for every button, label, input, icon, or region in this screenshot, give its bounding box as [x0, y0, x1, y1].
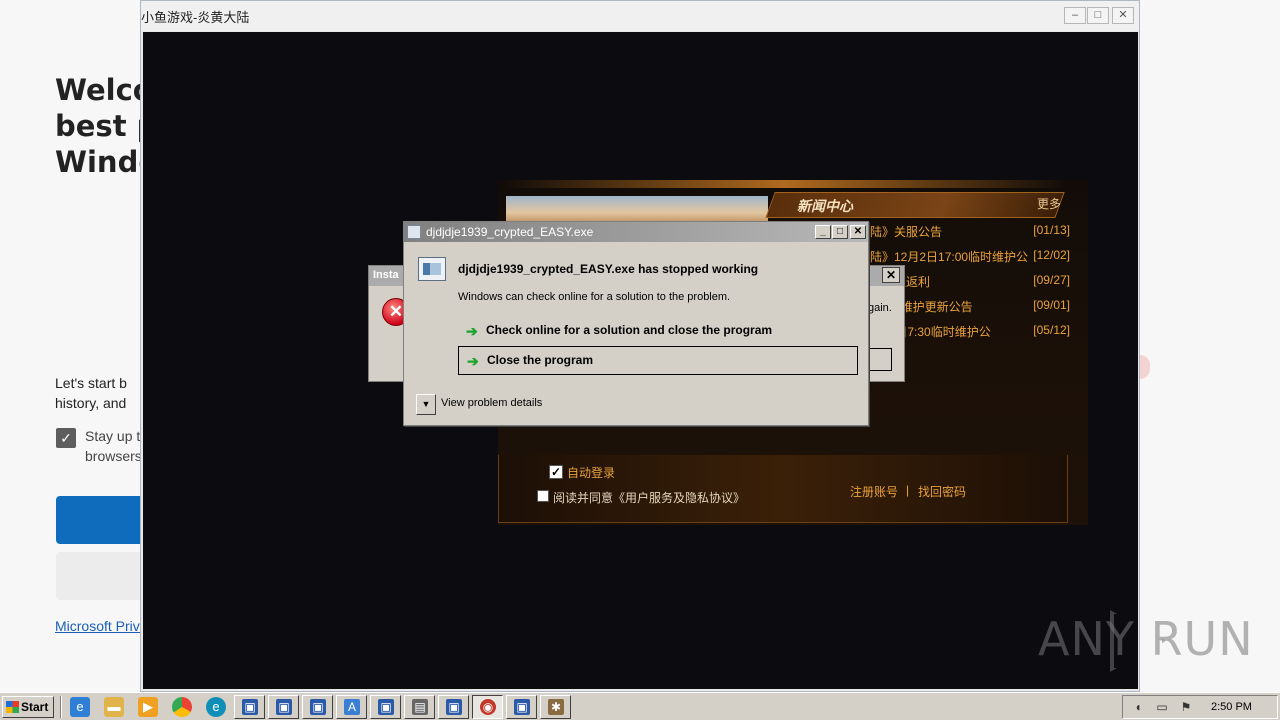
check-online-label: Check online for a solution and close th… — [486, 323, 773, 337]
link-separator: | — [906, 483, 910, 497]
installer-title: Insta — [373, 269, 399, 281]
start-button[interactable]: Start — [2, 696, 54, 718]
game-icon: ◉ — [480, 699, 496, 715]
edge-icon[interactable]: e — [206, 697, 226, 717]
recover-password-link[interactable]: 找回密码 — [918, 483, 966, 500]
agree-checkbox[interactable] — [537, 490, 549, 502]
news-item-text: 陆》12月2日17:00临时维护公 — [870, 250, 1029, 264]
auto-login-label: 自动登录 — [567, 466, 616, 480]
taskbar-item[interactable]: ▣ — [302, 695, 333, 719]
installer-message: gain. — [868, 302, 892, 314]
lets-start-text: Let's start b history, and — [55, 375, 127, 411]
news-more-link[interactable]: 更多 — [1037, 195, 1061, 212]
start-label: Start — [21, 700, 49, 714]
taskbar-item[interactable]: ✱ — [540, 695, 571, 719]
close-button[interactable]: ✕ — [850, 225, 866, 239]
crash-dialog: djdjdje1939_crypted_EASY.exe _ □ ✕ djdjd… — [403, 221, 869, 426]
bug-icon: ✱ — [548, 699, 564, 715]
font-app-icon: A — [344, 699, 360, 715]
installer-close-button[interactable]: ✕ — [882, 267, 900, 283]
maximize-button[interactable]: □ — [832, 225, 848, 239]
green-arrow-icon: ➔ — [467, 353, 479, 369]
game-titlebar[interactable]: 小鱼游戏-炎黄大陆 – □ ✕ — [141, 1, 1139, 31]
game-window-title: 小鱼游戏-炎黄大陆 — [141, 10, 250, 25]
close-button[interactable]: ✕ — [1112, 7, 1134, 24]
ie-icon[interactable]: e — [70, 697, 90, 717]
crash-headline: djdjdje1939_crypted_EASY.exe has stopped… — [458, 262, 759, 276]
news-item-text: 陆》关服公告 — [870, 225, 943, 239]
watermark: ANY RUN — [1038, 612, 1254, 666]
taskbar-item[interactable]: ▣ — [438, 695, 469, 719]
taskbar-item[interactable]: ▤ — [404, 695, 435, 719]
green-arrow-icon: ➔ — [466, 323, 478, 339]
auto-login-checkbox[interactable]: ✓ — [549, 465, 563, 479]
taskbar-item[interactable]: ▣ — [506, 695, 537, 719]
news-item-date: [12/02] — [1033, 248, 1070, 262]
primary-button[interactable] — [56, 496, 146, 544]
taskbar-item[interactable]: ▣ — [268, 695, 299, 719]
expand-details-button[interactable]: ▼ — [416, 394, 436, 415]
news-center-title: 新闻中心 — [797, 198, 853, 214]
folder-icon[interactable]: ▬ — [104, 697, 124, 717]
program-icon: ▣ — [242, 699, 258, 715]
agree-label[interactable]: 阅读并同意《用户服务及隐私协议》 — [553, 489, 745, 506]
news-item-date: [09/01] — [1033, 298, 1070, 312]
stay-up-checkbox[interactable]: ✓ — [56, 428, 76, 448]
chrome-icon[interactable] — [172, 697, 192, 717]
news-item-date: [05/12] — [1033, 323, 1070, 337]
system-tray: ◖ ▭ ⚑ 2:50 PM — [1122, 695, 1278, 719]
privacy-link[interactable]: Microsoft Priva — [55, 618, 148, 634]
program-icon: ▣ — [514, 699, 530, 715]
check-online-option[interactable]: ➔ Check online for a solution and close … — [458, 317, 858, 346]
taskbar-item[interactable]: ▣ — [370, 695, 401, 719]
maximize-button[interactable]: □ — [1087, 7, 1109, 24]
program-icon: ▣ — [276, 699, 292, 715]
flag-icon[interactable]: ⚑ — [1179, 700, 1193, 714]
taskbar-separator — [60, 696, 62, 718]
right-background-strip — [1138, 0, 1280, 692]
minimize-button[interactable]: – — [1064, 7, 1086, 24]
windows-logo-icon — [6, 701, 19, 713]
crash-dialog-title: djdjdje1939_crypted_EASY.exe — [426, 225, 594, 239]
minimize-button[interactable]: _ — [815, 225, 831, 239]
network-icon[interactable]: ▭ — [1155, 700, 1169, 714]
installer-ok-button[interactable] — [866, 348, 892, 371]
taskbar-item[interactable]: ▣ — [234, 695, 265, 719]
program-icon: ▣ — [446, 699, 462, 715]
view-details-label[interactable]: View problem details — [441, 397, 542, 409]
clock[interactable]: 2:50 PM — [1211, 701, 1252, 713]
volume-icon[interactable]: ◖ — [1131, 700, 1145, 714]
program-icon: ▣ — [310, 699, 326, 715]
news-item-date: [09/27] — [1033, 273, 1070, 287]
stay-up-label: Stay up t browsers — [85, 428, 142, 464]
taskbar-item[interactable]: A — [336, 695, 367, 719]
app-icon — [407, 225, 421, 239]
media-player-icon[interactable]: ▶ — [138, 697, 158, 717]
register-link[interactable]: 注册账号 — [850, 483, 898, 500]
news-item[interactable]: 陆》关服公告 [01/13] — [870, 223, 1070, 243]
news-item-date: [01/13] — [1033, 223, 1070, 237]
crash-titlebar[interactable]: djdjdje1939_crypted_EASY.exe _ □ ✕ — [404, 222, 868, 242]
launcher-glow — [505, 180, 1065, 188]
close-program-label: Close the program — [487, 353, 594, 367]
close-program-option[interactable]: ➔ Close the program — [458, 346, 858, 375]
banner-image — [506, 196, 768, 224]
secondary-button[interactable] — [56, 552, 146, 600]
program-icon: ▣ — [378, 699, 394, 715]
console-icon: ▤ — [412, 699, 428, 715]
taskbar: Start e ▬ ▶ e ▣ ▣ ▣ A ▣ ▤ ▣ ◉ ▣ ✱ ◖ ▭ ⚑ … — [0, 692, 1280, 720]
program-window-icon — [418, 257, 446, 281]
taskbar-item-active[interactable]: ◉ — [472, 695, 503, 719]
crash-subtext: Windows can check online for a solution … — [458, 291, 731, 303]
